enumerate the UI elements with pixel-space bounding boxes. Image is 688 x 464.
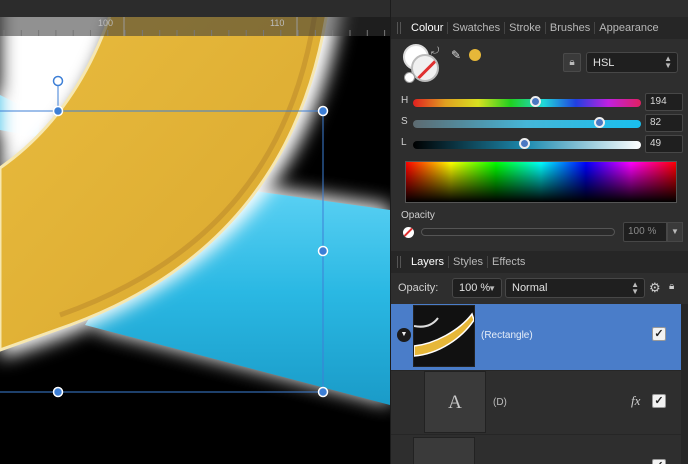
slider-label-h: H bbox=[401, 95, 409, 106]
layer-thumbnail bbox=[413, 437, 475, 464]
visibility-checkbox[interactable]: ✓ bbox=[652, 327, 666, 341]
swap-colors-icon[interactable]: ⤾ bbox=[431, 46, 439, 57]
resize-handle-bottom[interactable] bbox=[52, 386, 64, 398]
text-layer-glyph: A bbox=[448, 392, 462, 413]
canvas-viewport[interactable]: 100 110 bbox=[0, 0, 390, 464]
rectangle-thumbnail-art bbox=[413, 306, 475, 366]
colour-panel-tabbar: Colour Swatches Stroke Brushes Appearanc… bbox=[391, 17, 688, 39]
blend-mode-value: Normal bbox=[512, 282, 548, 294]
studio-panel: Colour Swatches Stroke Brushes Appearanc… bbox=[390, 0, 688, 464]
chevron-updown-icon: ▲ ▼ bbox=[664, 54, 672, 70]
lock-icon[interactable]: 🔒︎ bbox=[563, 53, 581, 72]
layer-opacity-label: Opacity: bbox=[398, 282, 439, 294]
tab-effects[interactable]: Effects bbox=[488, 256, 529, 268]
colour-model-value: HSL bbox=[593, 56, 615, 69]
layer-opacity-select[interactable]: 100 % ▼ bbox=[452, 278, 502, 298]
layer-thumbnail bbox=[413, 305, 475, 367]
tab-layers[interactable]: Layers bbox=[407, 256, 450, 268]
colour-spectrum[interactable] bbox=[405, 161, 677, 203]
tab-brushes[interactable]: Brushes bbox=[546, 22, 596, 34]
lock-icon[interactable]: 🔒︎ bbox=[669, 281, 674, 292]
hue-track[interactable] bbox=[413, 99, 641, 107]
tab-stroke[interactable]: Stroke bbox=[505, 22, 546, 34]
opacity-dropdown-button[interactable]: ▼ bbox=[667, 222, 683, 242]
panel-grip-icon[interactable] bbox=[397, 256, 401, 268]
tab-swatches[interactable]: Swatches bbox=[448, 22, 506, 34]
slider-label-s: S bbox=[401, 116, 408, 127]
layer-row-d[interactable]: A (D) fx ✓ bbox=[391, 370, 688, 434]
rotation-handle[interactable] bbox=[52, 75, 64, 87]
saturation-track[interactable] bbox=[413, 120, 641, 128]
blend-mode-select[interactable]: Normal ▲ ▼ bbox=[505, 278, 645, 298]
chevron-updown-icon: ▲ ▼ bbox=[631, 280, 639, 296]
none-swatch-icon[interactable] bbox=[404, 72, 415, 83]
saturation-value-field[interactable]: 82 bbox=[645, 114, 683, 132]
fill-swatch[interactable] bbox=[411, 54, 439, 82]
artwork[interactable] bbox=[0, 0, 390, 464]
opacity-slider-track[interactable] bbox=[421, 228, 615, 236]
tab-colour[interactable]: Colour bbox=[407, 22, 449, 34]
luminosity-value-field[interactable]: 49 bbox=[645, 135, 683, 153]
color-picker-icon[interactable]: ✎ bbox=[451, 48, 461, 62]
fx-icon[interactable]: fx bbox=[631, 393, 640, 409]
ruler-label-110: 110 bbox=[270, 18, 285, 28]
colour-model-select[interactable]: HSL ▲ ▼ bbox=[586, 52, 678, 73]
layer-thumbnail: A bbox=[424, 371, 486, 433]
slider-hue: H 194 bbox=[391, 92, 688, 112]
resize-handle-bottom-right[interactable] bbox=[317, 386, 329, 398]
opacity-value-field[interactable]: 100 % bbox=[623, 222, 667, 242]
picked-color-sample[interactable] bbox=[469, 49, 481, 61]
visibility-checkbox[interactable]: ✓ bbox=[652, 394, 666, 408]
opacity-label: Opacity bbox=[401, 210, 435, 221]
layer-name[interactable]: (Rectangle) bbox=[481, 330, 533, 341]
panel-grip-icon[interactable] bbox=[397, 22, 401, 34]
layer-name[interactable]: (D) bbox=[493, 397, 507, 408]
resize-handle-top[interactable] bbox=[52, 105, 64, 117]
layer-opacity-value: 100 % bbox=[459, 282, 491, 294]
slider-luminosity: L 49 bbox=[391, 134, 688, 154]
layer-row-rectangle[interactable]: ▼ (Rectangle) ✓ bbox=[391, 304, 688, 370]
ruler-label-100: 100 bbox=[98, 18, 114, 28]
slider-saturation: S 82 bbox=[391, 113, 688, 133]
chevron-down-icon: ▼ bbox=[488, 284, 496, 293]
no-fill-icon[interactable] bbox=[403, 227, 414, 238]
resize-handle-top-right[interactable] bbox=[317, 105, 329, 117]
resize-handle-right[interactable] bbox=[317, 245, 329, 257]
hue-value-field[interactable]: 194 bbox=[645, 93, 683, 111]
layers-panel-tabbar: Layers Styles Effects bbox=[391, 251, 688, 273]
gear-icon[interactable]: ⚙ bbox=[649, 280, 661, 296]
layers-scrollbar[interactable] bbox=[681, 304, 688, 464]
slider-label-l: L bbox=[401, 137, 407, 148]
collapse-triangle-icon[interactable]: ▼ bbox=[397, 328, 411, 342]
ruler-ticks bbox=[3, 17, 386, 36]
tab-appearance[interactable]: Appearance bbox=[595, 22, 662, 34]
layer-row-partial[interactable]: ✓ bbox=[391, 434, 688, 464]
visibility-checkbox[interactable]: ✓ bbox=[652, 459, 666, 464]
tab-styles[interactable]: Styles bbox=[449, 256, 488, 268]
ruler-top-strip bbox=[0, 0, 390, 17]
